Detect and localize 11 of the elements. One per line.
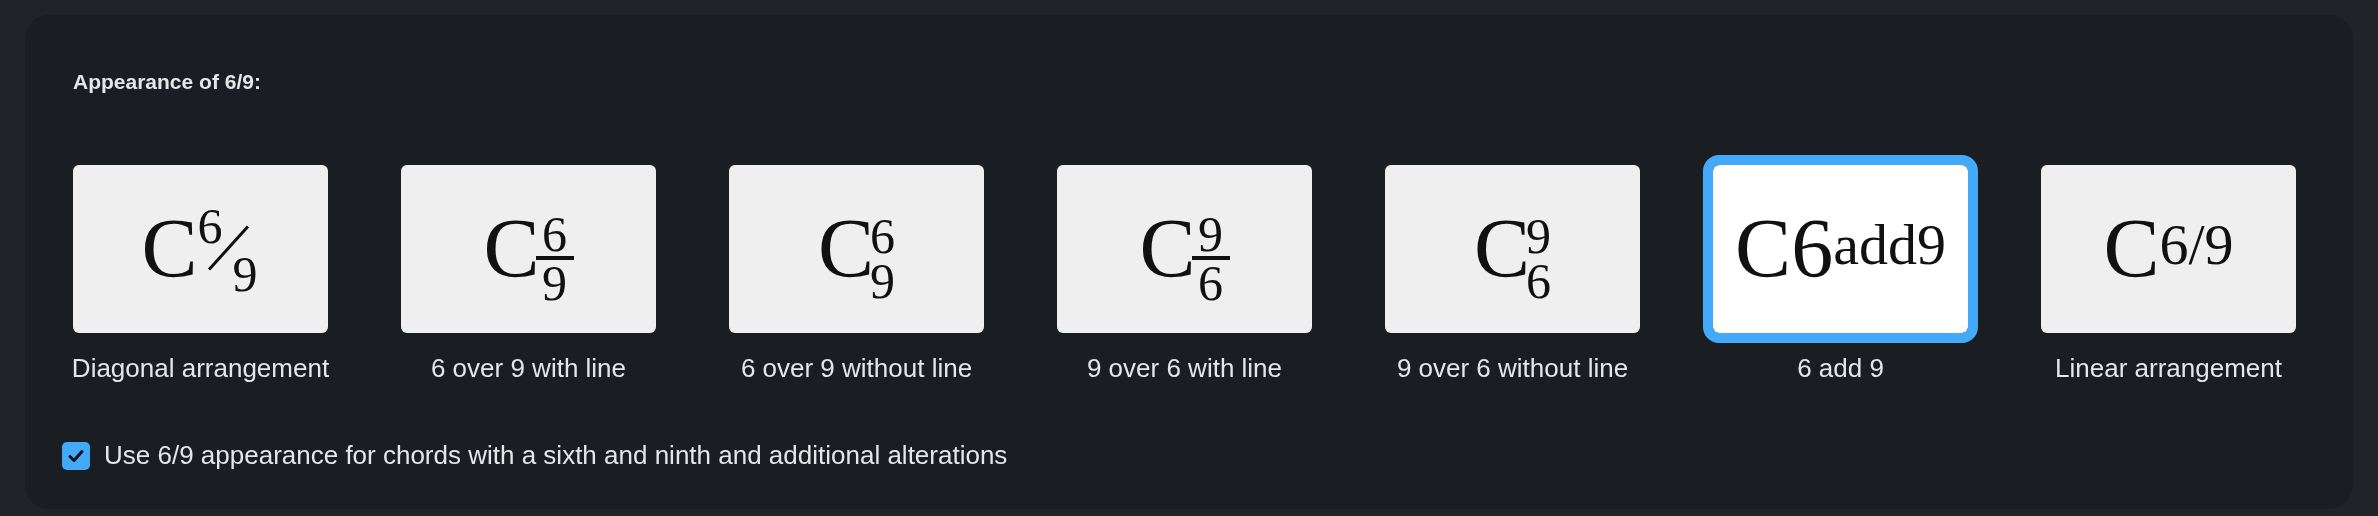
option-label: Diagonal arrangement: [71, 352, 330, 385]
option-label: 6 over 9 without line: [740, 352, 973, 385]
option-label: Linear arrangement: [2055, 352, 2282, 385]
option-label: 9 over 6 without line: [1396, 352, 1629, 385]
option-label: 6 add 9: [1797, 352, 1884, 385]
checkbox-label[interactable]: Use 6/9 appearance for chords with a sixth and ninth and additional alterations: [104, 436, 1008, 475]
option-label: 6 over 9 with line: [430, 352, 627, 385]
checkbox[interactable]: [62, 441, 90, 470]
chord-option-button[interactable]: C6add9: [1703, 155, 1978, 343]
option-label: 9 over 6 with line: [1086, 352, 1283, 385]
section-heading: Appearance of 6/9:: [73, 71, 262, 92]
